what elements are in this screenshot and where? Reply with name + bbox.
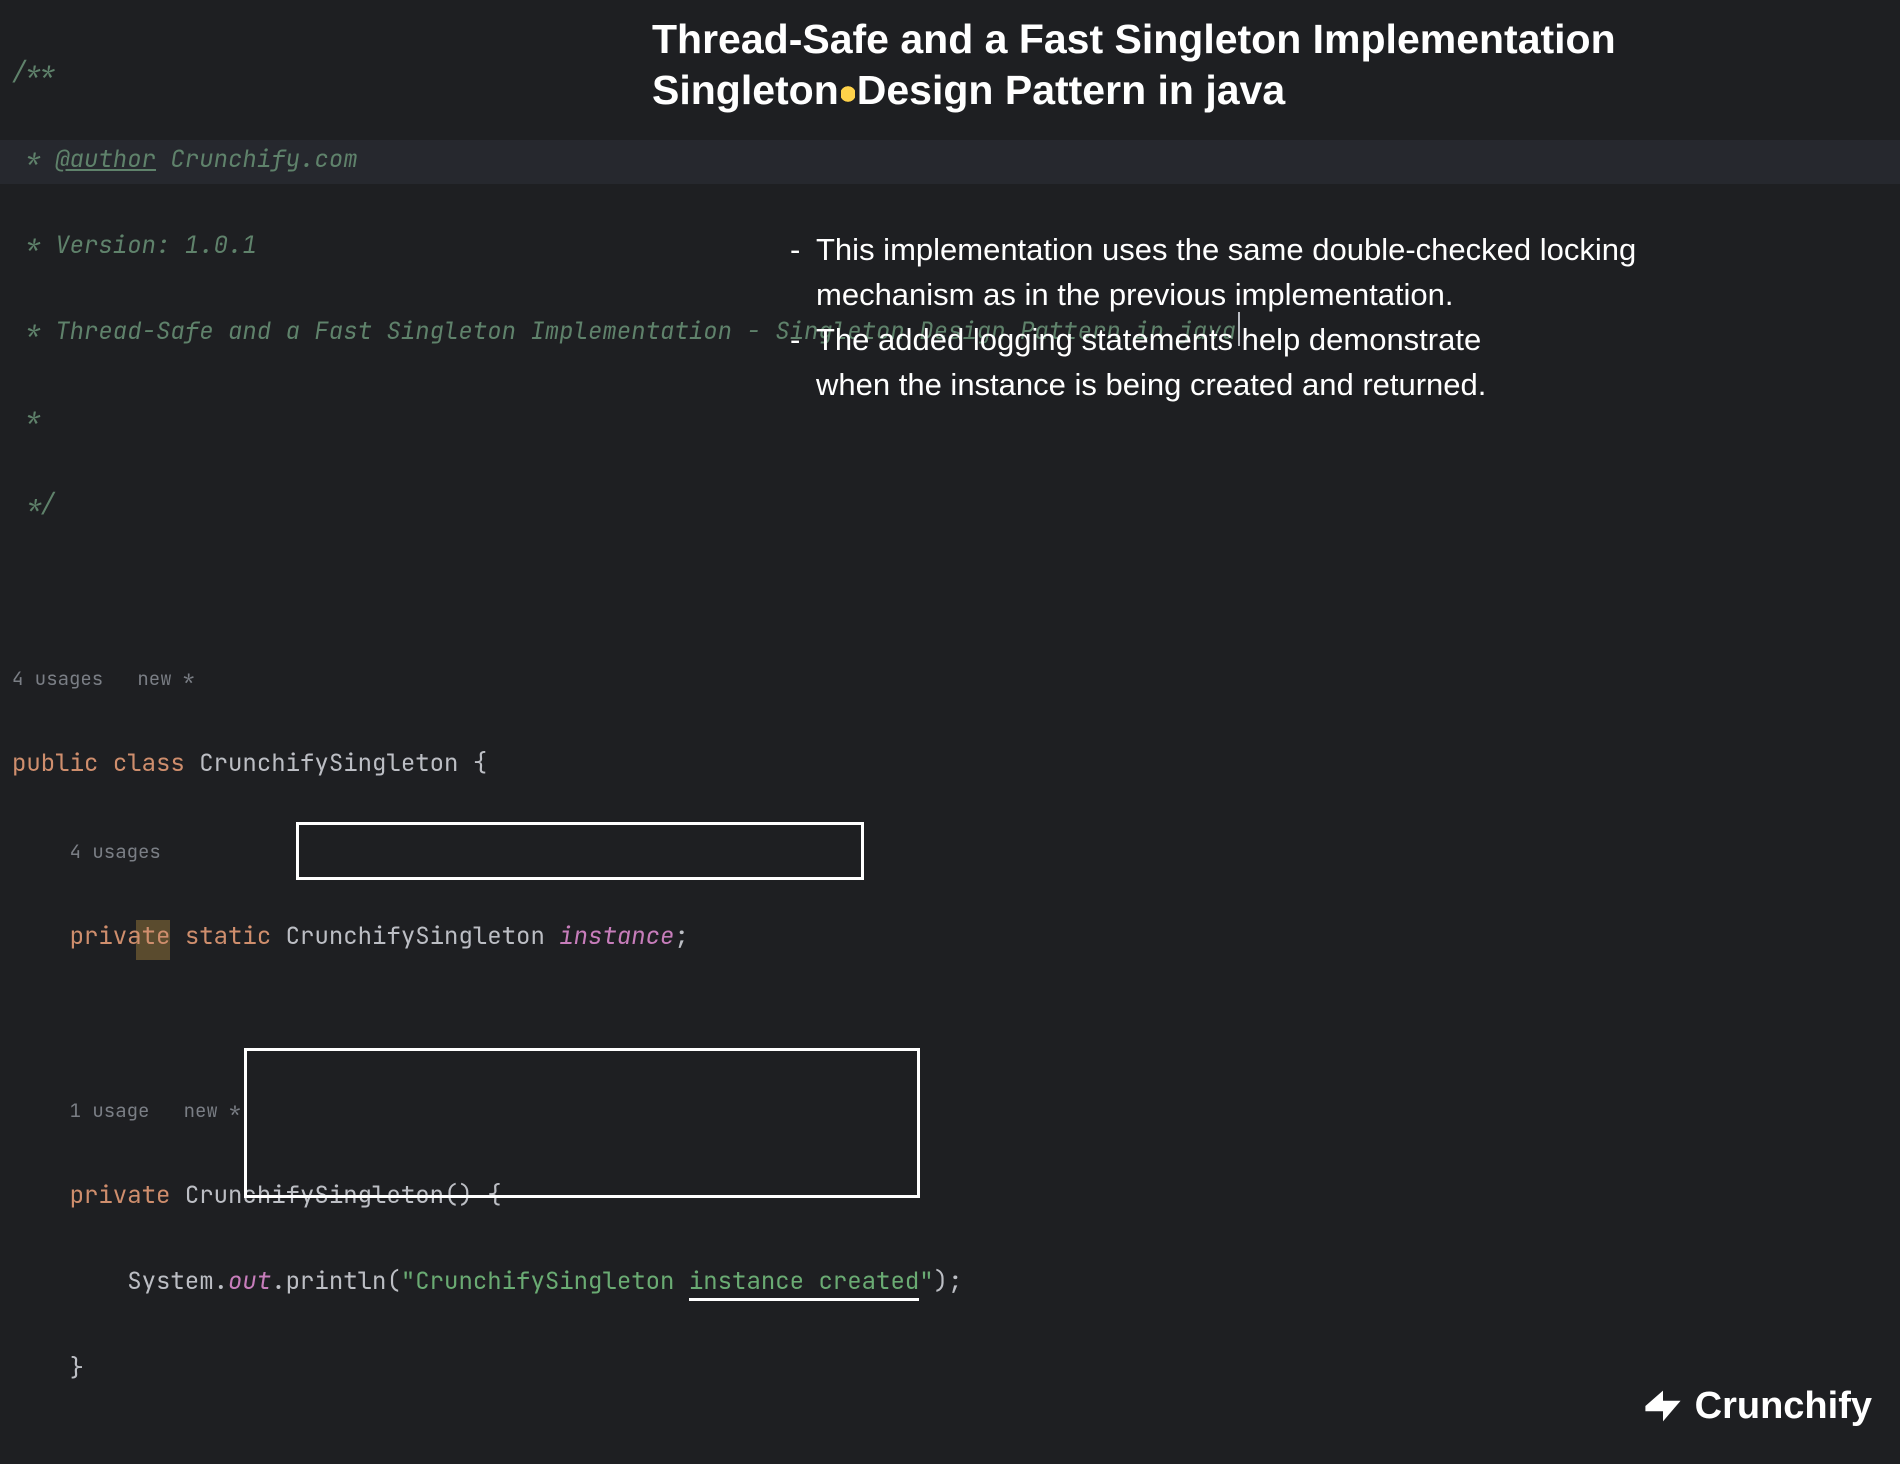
crunchify-logo: Crunchify	[1641, 1372, 1872, 1440]
doc-version: * Version: 1.0.1	[12, 230, 257, 261]
doc-open: /**	[12, 57, 55, 88]
string-created: "CrunchifySingleton instance created"	[401, 1266, 934, 1301]
doc-author-val: Crunchify.com	[156, 144, 358, 175]
doc-author-tag: @author	[55, 144, 156, 175]
lightbulb-icon	[841, 86, 855, 106]
constructor-name: CrunchifySingleton	[185, 1180, 444, 1211]
code-editor[interactable]: /** * @author Crunchify.com * Version: 1…	[0, 0, 1900, 1464]
title-line-2: SingletonDesign Pattern in java	[652, 65, 1616, 116]
crunchify-logo-icon	[1641, 1384, 1685, 1428]
field-instance: instance	[559, 921, 674, 952]
title-line-1: Thread-Safe and a Fast Singleton Impleme…	[652, 14, 1616, 65]
hint-class-usages[interactable]: 4 usages new *	[12, 666, 194, 691]
overlay-title: Thread-Safe and a Fast Singleton Impleme…	[652, 14, 1616, 117]
overlay-bullets: -This implementation uses the same doubl…	[790, 228, 1636, 408]
crunchify-logo-text: Crunchify	[1695, 1372, 1872, 1440]
doc-blank: *	[12, 403, 41, 434]
bullet-1-line-1: This implementation uses the same double…	[816, 228, 1636, 273]
hint-ctor-usages[interactable]: 1 usage new *	[70, 1098, 241, 1123]
doc-close: */	[12, 489, 55, 520]
bullet-2-line-1: The added logging statements help demons…	[816, 318, 1481, 363]
bullet-2-line-2: when the instance is being created and r…	[816, 363, 1486, 408]
bullet-1-line-2: mechanism as in the previous implementat…	[816, 273, 1454, 318]
class-name: CrunchifySingleton	[199, 748, 458, 779]
hint-field-usages[interactable]: 4 usages	[70, 839, 161, 864]
